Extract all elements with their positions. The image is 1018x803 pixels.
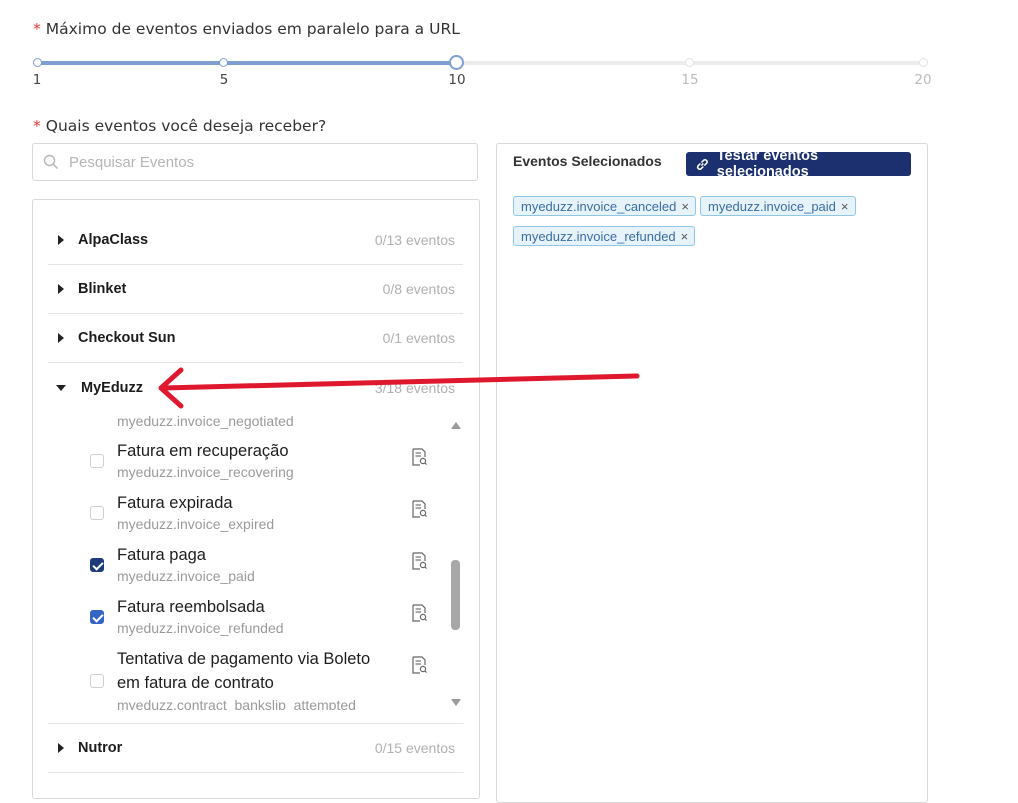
event-title: Fatura expirada [117,494,233,512]
caret-right-icon [58,235,64,245]
group-name: AlpaClass [78,232,149,248]
group-myeduzz[interactable]: MyEduzz 3/18 eventos [48,363,463,412]
event-checkbox-checked[interactable] [90,610,104,624]
group-count: 0/15 eventos [374,740,455,756]
document-search-icon[interactable] [412,448,427,466]
close-icon[interactable]: × [841,199,849,214]
search-box [32,143,478,181]
event-slug: myeduzz.invoice_recovering [117,464,294,480]
events-label-text: Quais eventos você deseja receber? [45,117,327,135]
selected-events-title: Eventos Selecionados [513,153,662,169]
caret-right-icon [58,284,64,294]
group-name: Checkout Sun [78,330,176,346]
event-list-scrollbar[interactable] [451,422,463,706]
group-blinket[interactable]: Blinket 0/8 eventos [48,265,463,314]
event-title: Fatura reembolsada [117,598,265,616]
events-label: * Quais eventos você deseja receber? [33,117,326,135]
event-slug: myeduzz.invoice_refunded [117,620,284,636]
search-input[interactable] [67,152,461,172]
slider-dot-5[interactable] [219,58,228,67]
caret-right-icon [58,333,64,343]
concurrency-label: * Máximo de eventos enviados em paralelo … [33,20,460,38]
event-title: Fatura em recuperação [117,442,289,460]
document-search-icon[interactable] [412,656,427,674]
slider-tick-1: 1 [32,72,42,88]
required-mark: * [33,20,41,38]
group-count: 0/8 eventos [382,281,455,297]
test-selected-events-button[interactable]: Testar eventos selecionados [686,148,911,180]
caret-down-icon [56,384,66,391]
event-slug: myeduzz.invoice_negotiated [117,413,294,429]
link-icon [696,158,708,170]
scrollbar-thumb[interactable] [451,560,460,630]
group-nutror[interactable]: Nutror 0/15 eventos [48,723,463,773]
event-checkbox-checked[interactable] [90,558,104,572]
myeduzz-event-list: myeduzz.invoice_negotiated Fatura em rec… [48,412,463,710]
slider-tick-10: 10 [448,72,466,88]
document-search-icon[interactable] [412,604,427,622]
required-mark: * [33,117,41,135]
close-icon[interactable]: × [681,199,689,214]
search-icon [43,154,58,169]
slider-tick-20: 20 [914,72,932,88]
selected-tag-invoice-refunded: myeduzz.invoice_refunded × [513,226,696,246]
slider-dot-15[interactable] [685,58,695,67]
event-slug: myeduzz.invoice_paid [117,568,255,584]
event-checkbox[interactable] [90,506,104,520]
concurrency-slider[interactable] [32,54,928,70]
slider-fill [37,61,457,65]
group-count: 0/1 eventos [382,330,455,346]
slider-tick-15: 15 [681,72,699,88]
tag-label: myeduzz.invoice_canceled [521,198,677,214]
group-name: Blinket [78,281,127,297]
scroll-down-icon[interactable] [451,699,461,706]
tag-label: myeduzz.invoice_paid [708,198,836,214]
event-title-line2: em fatura de contrato [117,674,274,692]
selected-tag-invoice-paid: myeduzz.invoice_paid × [700,196,856,216]
event-slug: myeduzz.contract_bankslip_attempted [117,697,356,710]
slider-tick-5: 5 [219,72,229,88]
slider-dot-20[interactable] [918,58,928,67]
close-icon[interactable]: × [681,229,689,244]
group-count: 0/13 eventos [374,232,455,248]
group-name: Nutror [78,740,123,756]
tag-label: myeduzz.invoice_refunded [521,228,676,244]
group-name: MyEduzz [81,379,144,396]
group-checkout-sun[interactable]: Checkout Sun 0/1 eventos [48,314,463,363]
document-search-icon[interactable] [412,552,427,570]
scroll-up-icon[interactable] [451,422,461,429]
group-count: 3/18 eventos [374,379,455,396]
document-search-icon[interactable] [412,500,427,518]
test-button-label: Testar eventos selecionados [716,148,819,180]
event-title-line1: Tentativa de pagamento via Boleto [117,650,371,668]
selected-tag-invoice-canceled: myeduzz.invoice_canceled × [513,196,696,216]
slider-handle[interactable] [449,54,465,70]
concurrency-label-text: Máximo de eventos enviados em paralelo p… [45,20,460,38]
event-checkbox[interactable] [90,454,104,468]
caret-right-icon [58,743,64,753]
event-slug: myeduzz.invoice_expired [117,516,275,532]
event-checkbox[interactable] [90,674,104,688]
group-alpaclass[interactable]: AlpaClass 0/13 eventos [48,216,463,265]
slider-dot-1[interactable] [32,58,42,67]
event-title: Fatura paga [117,546,206,564]
